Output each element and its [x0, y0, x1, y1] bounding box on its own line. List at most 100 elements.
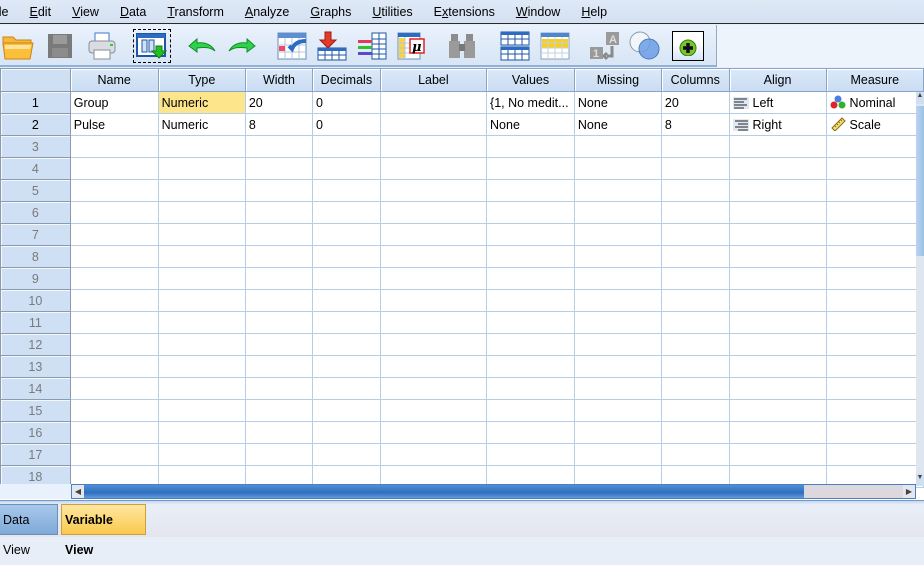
empty-cell[interactable] — [157, 223, 246, 246]
column-header-values[interactable]: Values — [486, 68, 575, 92]
empty-cell[interactable] — [660, 399, 730, 422]
goto-variable-button[interactable] — [314, 29, 350, 63]
row-header[interactable]: 3 — [0, 135, 71, 158]
empty-cell[interactable] — [573, 443, 662, 466]
empty-cell[interactable] — [244, 399, 314, 422]
empty-cell[interactable] — [244, 421, 314, 444]
empty-cell[interactable] — [379, 267, 488, 290]
empty-cell[interactable] — [157, 201, 246, 224]
empty-cell[interactable] — [157, 377, 246, 400]
empty-cell[interactable] — [379, 421, 488, 444]
row-header[interactable]: 5 — [0, 179, 71, 202]
cell-width[interactable]: 8 — [244, 113, 314, 136]
empty-cell[interactable] — [312, 421, 381, 444]
empty-cell[interactable] — [660, 267, 730, 290]
row-header[interactable]: 9 — [0, 267, 71, 290]
cell-align[interactable]: Left — [728, 91, 827, 114]
empty-cell[interactable] — [69, 355, 159, 378]
cell-name[interactable]: Pulse — [69, 113, 159, 136]
split-file-button[interactable] — [497, 29, 533, 63]
empty-cell[interactable] — [573, 399, 662, 422]
empty-cell[interactable] — [312, 201, 381, 224]
menu-analyze[interactable]: Analyze — [235, 0, 300, 24]
cell-measure[interactable]: Scale — [825, 113, 924, 136]
empty-cell[interactable] — [660, 157, 730, 180]
empty-cell[interactable] — [69, 421, 159, 444]
empty-cell[interactable] — [573, 135, 662, 158]
cell-align[interactable]: Right — [728, 113, 827, 136]
empty-cell[interactable] — [244, 333, 314, 356]
empty-cell[interactable] — [825, 289, 924, 312]
empty-cell[interactable] — [157, 399, 246, 422]
menu-help[interactable]: Help — [571, 0, 618, 24]
empty-cell[interactable] — [825, 135, 924, 158]
menu-utilities[interactable]: Utilities — [362, 0, 423, 24]
empty-cell[interactable] — [825, 377, 924, 400]
empty-cell[interactable] — [244, 311, 314, 334]
empty-cell[interactable] — [825, 443, 924, 466]
empty-cell[interactable] — [312, 377, 381, 400]
empty-cell[interactable] — [573, 333, 662, 356]
empty-cell[interactable] — [573, 421, 662, 444]
cell-label[interactable] — [379, 113, 488, 136]
cell-width[interactable]: 20 — [244, 91, 314, 114]
empty-cell[interactable] — [244, 157, 314, 180]
empty-cell[interactable] — [312, 179, 381, 202]
empty-cell[interactable] — [379, 333, 488, 356]
cell-name[interactable]: Group — [69, 91, 159, 114]
open-button[interactable] — [0, 29, 36, 63]
empty-cell[interactable] — [728, 267, 827, 290]
cell-type[interactable]: Numeric — [157, 113, 246, 136]
empty-cell[interactable] — [728, 355, 827, 378]
empty-cell[interactable] — [728, 157, 827, 180]
empty-cell[interactable] — [69, 289, 159, 312]
column-header-align[interactable]: Align — [728, 68, 827, 92]
empty-cell[interactable] — [312, 333, 381, 356]
horizontal-scroll-thumb[interactable] — [84, 485, 804, 498]
empty-cell[interactable] — [244, 289, 314, 312]
empty-cell[interactable] — [573, 355, 662, 378]
empty-cell[interactable] — [660, 179, 730, 202]
empty-cell[interactable] — [825, 311, 924, 334]
empty-cell[interactable] — [573, 267, 662, 290]
scroll-down-arrow-icon[interactable]: ▼ — [916, 474, 924, 486]
empty-cell[interactable] — [379, 399, 488, 422]
row-header[interactable]: 15 — [0, 399, 71, 422]
empty-cell[interactable] — [660, 311, 730, 334]
empty-cell[interactable] — [157, 443, 246, 466]
descriptive-statistics-button[interactable]: μ — [394, 29, 430, 63]
empty-cell[interactable] — [379, 179, 488, 202]
cell-columns[interactable]: 8 — [660, 113, 730, 136]
empty-cell[interactable] — [825, 223, 924, 246]
empty-cell[interactable] — [486, 135, 575, 158]
empty-cell[interactable] — [573, 157, 662, 180]
empty-cell[interactable] — [486, 377, 575, 400]
tab-variable-view[interactable]: Variable View — [61, 504, 146, 557]
empty-cell[interactable] — [728, 333, 827, 356]
empty-cell[interactable] — [379, 311, 488, 334]
empty-cell[interactable] — [486, 223, 575, 246]
empty-cell[interactable] — [244, 201, 314, 224]
empty-cell[interactable] — [660, 201, 730, 224]
empty-cell[interactable] — [728, 377, 827, 400]
empty-cell[interactable] — [825, 421, 924, 444]
column-header-label[interactable]: Label — [379, 68, 488, 92]
empty-cell[interactable] — [69, 333, 159, 356]
cell-missing[interactable]: None — [573, 113, 662, 136]
vertical-scrollbar[interactable]: ▲ ▼ — [916, 92, 924, 486]
row-header[interactable]: 2 — [0, 113, 71, 136]
empty-cell[interactable] — [244, 355, 314, 378]
print-button[interactable] — [84, 29, 120, 63]
empty-cell[interactable] — [486, 289, 575, 312]
cell-missing[interactable]: None — [573, 91, 662, 114]
empty-cell[interactable] — [312, 443, 381, 466]
empty-cell[interactable] — [379, 443, 488, 466]
empty-cell[interactable] — [69, 201, 159, 224]
row-header[interactable]: 16 — [0, 421, 71, 444]
empty-cell[interactable] — [312, 355, 381, 378]
empty-cell[interactable] — [486, 267, 575, 290]
empty-cell[interactable] — [728, 311, 827, 334]
variable-sets-button[interactable] — [627, 29, 663, 63]
empty-cell[interactable] — [244, 267, 314, 290]
cell-columns[interactable]: 20 — [660, 91, 730, 114]
